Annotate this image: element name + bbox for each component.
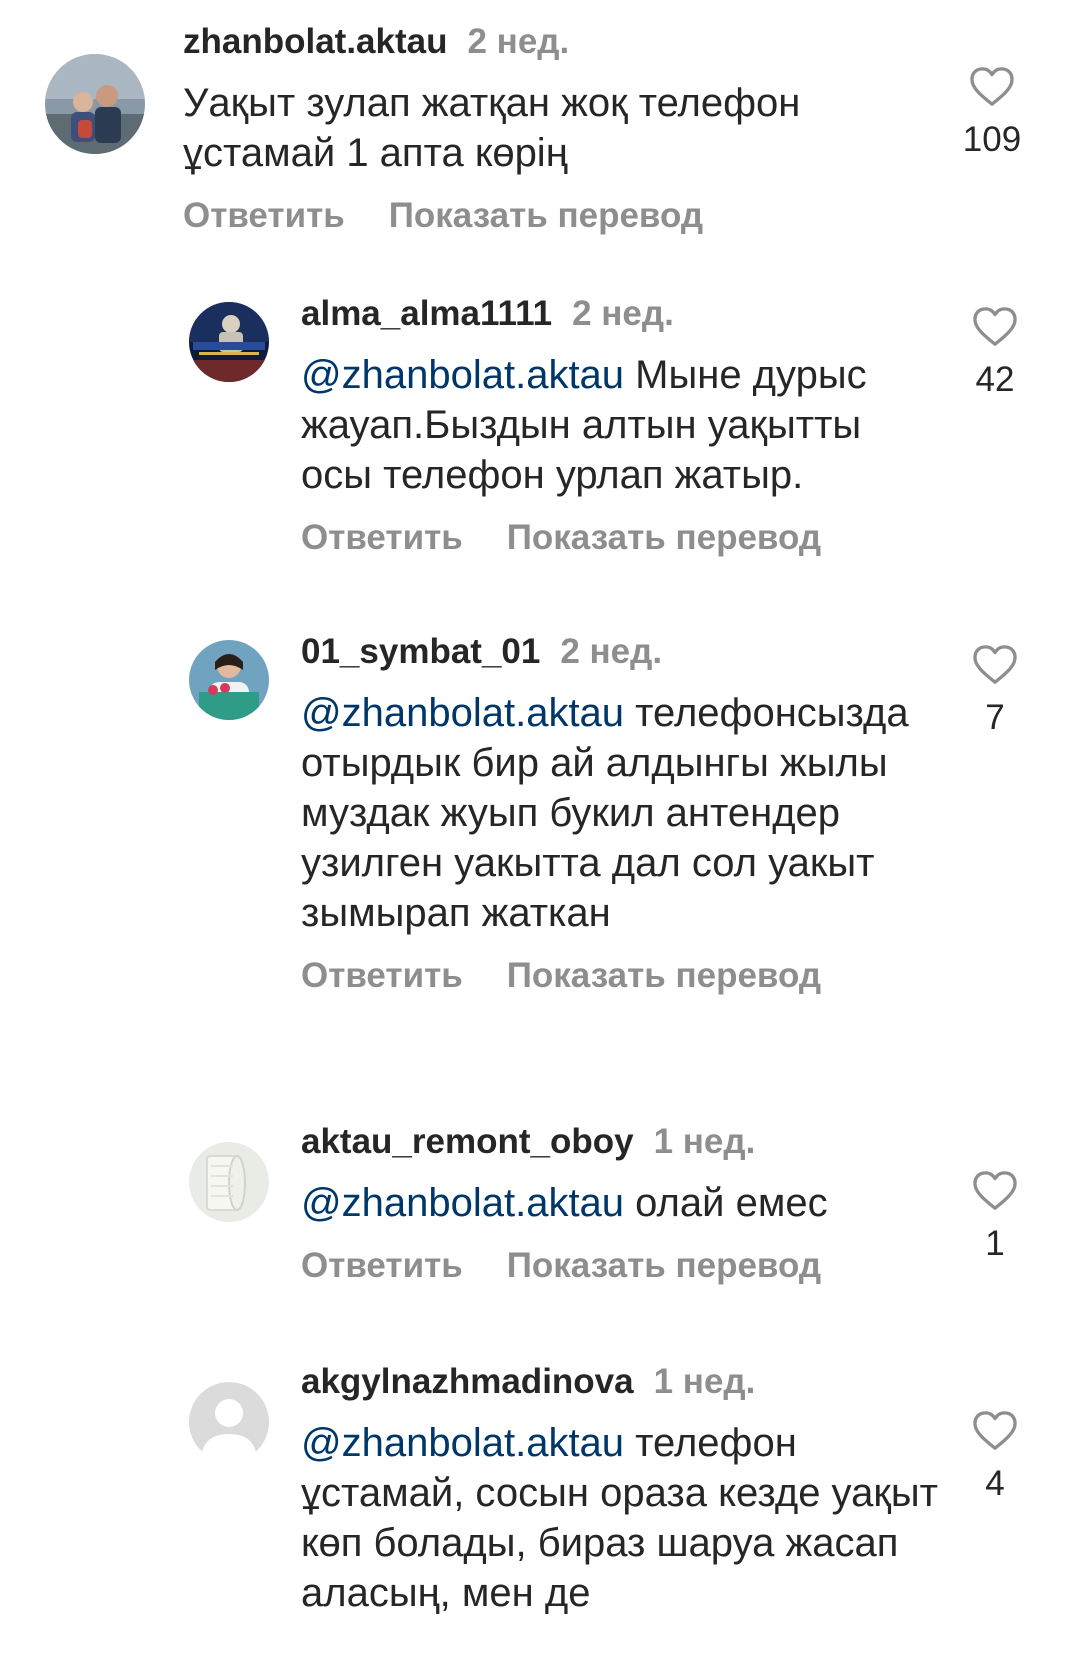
like-control: 7 xyxy=(950,644,1040,740)
like-count: 4 xyxy=(985,1464,1005,1503)
comment-timestamp: 2 нед. xyxy=(467,22,570,61)
show-translation-button[interactable]: Показать перевод xyxy=(507,956,821,995)
reply-button[interactable]: Ответить xyxy=(301,1246,463,1285)
heart-icon[interactable] xyxy=(972,644,1018,686)
show-translation-button[interactable]: Показать перевод xyxy=(389,196,703,235)
heart-icon[interactable] xyxy=(972,1170,1018,1212)
like-count: 42 xyxy=(975,360,1015,399)
heart-icon[interactable] xyxy=(969,66,1015,108)
comment-username[interactable]: 01_symbat_01 xyxy=(301,632,540,671)
heart-icon[interactable] xyxy=(972,1410,1018,1452)
default-user-avatar-icon xyxy=(189,1382,269,1462)
video-thumbnail-avatar-icon xyxy=(189,302,269,382)
comment-body: Уақыт зулап жатқан жоқ телефон ұстамай 1… xyxy=(183,81,801,175)
avatar[interactable] xyxy=(189,1382,269,1462)
comment-text: @zhanbolat.aktau олай емес xyxy=(301,1178,940,1228)
comment-text: @zhanbolat.aktau телефон ұстамай, сосын … xyxy=(301,1418,940,1618)
comment-timestamp: 1 нед. xyxy=(653,1122,756,1161)
show-translation-button[interactable]: Показать перевод xyxy=(507,1246,821,1285)
avatar[interactable] xyxy=(189,1142,269,1222)
user-photo-avatar-icon xyxy=(45,54,145,154)
comment-timestamp: 2 нед. xyxy=(560,632,663,671)
heart-icon[interactable] xyxy=(972,306,1018,348)
reply-button[interactable]: Ответить xyxy=(301,956,463,995)
wallpaper-roll-avatar-icon xyxy=(189,1142,269,1222)
reply-button[interactable]: Ответить xyxy=(183,196,345,235)
comment-mention[interactable]: @zhanbolat.aktau xyxy=(301,353,624,397)
avatar[interactable] xyxy=(189,640,269,720)
comment-username[interactable]: akgylnazhmadinova xyxy=(301,1362,634,1401)
user-photo-avatar-icon xyxy=(189,640,269,720)
comment-mention[interactable]: @zhanbolat.aktau xyxy=(301,1181,624,1225)
avatar[interactable] xyxy=(189,302,269,382)
like-count: 1 xyxy=(985,1224,1005,1263)
like-control: 109 xyxy=(947,66,1037,162)
like-control: 1 xyxy=(950,1170,1040,1266)
comment-text: @zhanbolat.aktau Мыне дурыс жауап.Быздын… xyxy=(301,350,940,500)
avatar[interactable] xyxy=(45,54,145,154)
like-count: 7 xyxy=(985,698,1005,737)
comment-text: Уақыт зулап жатқан жоқ телефон ұстамай 1… xyxy=(183,78,940,178)
comment-mention[interactable]: @zhanbolat.aktau xyxy=(301,691,624,735)
comment-timestamp: 1 нед. xyxy=(653,1362,756,1401)
comment-mention[interactable]: @zhanbolat.aktau xyxy=(301,1421,624,1465)
comment-text: @zhanbolat.aktau телефонсызда отырдык би… xyxy=(301,688,940,938)
comment-username[interactable]: alma_alma1111 xyxy=(301,294,552,333)
like-control: 4 xyxy=(950,1410,1040,1506)
show-translation-button[interactable]: Показать перевод xyxy=(507,518,821,557)
comment-timestamp: 2 нед. xyxy=(572,294,674,333)
reply-button[interactable]: Ответить xyxy=(301,518,463,557)
comment-username[interactable]: aktau_remont_oboy xyxy=(301,1122,634,1161)
comment-body: олай емес xyxy=(624,1181,828,1225)
like-control: 42 xyxy=(950,306,1040,402)
like-count: 109 xyxy=(962,120,1022,159)
comment-username[interactable]: zhanbolat.aktau xyxy=(183,22,447,61)
